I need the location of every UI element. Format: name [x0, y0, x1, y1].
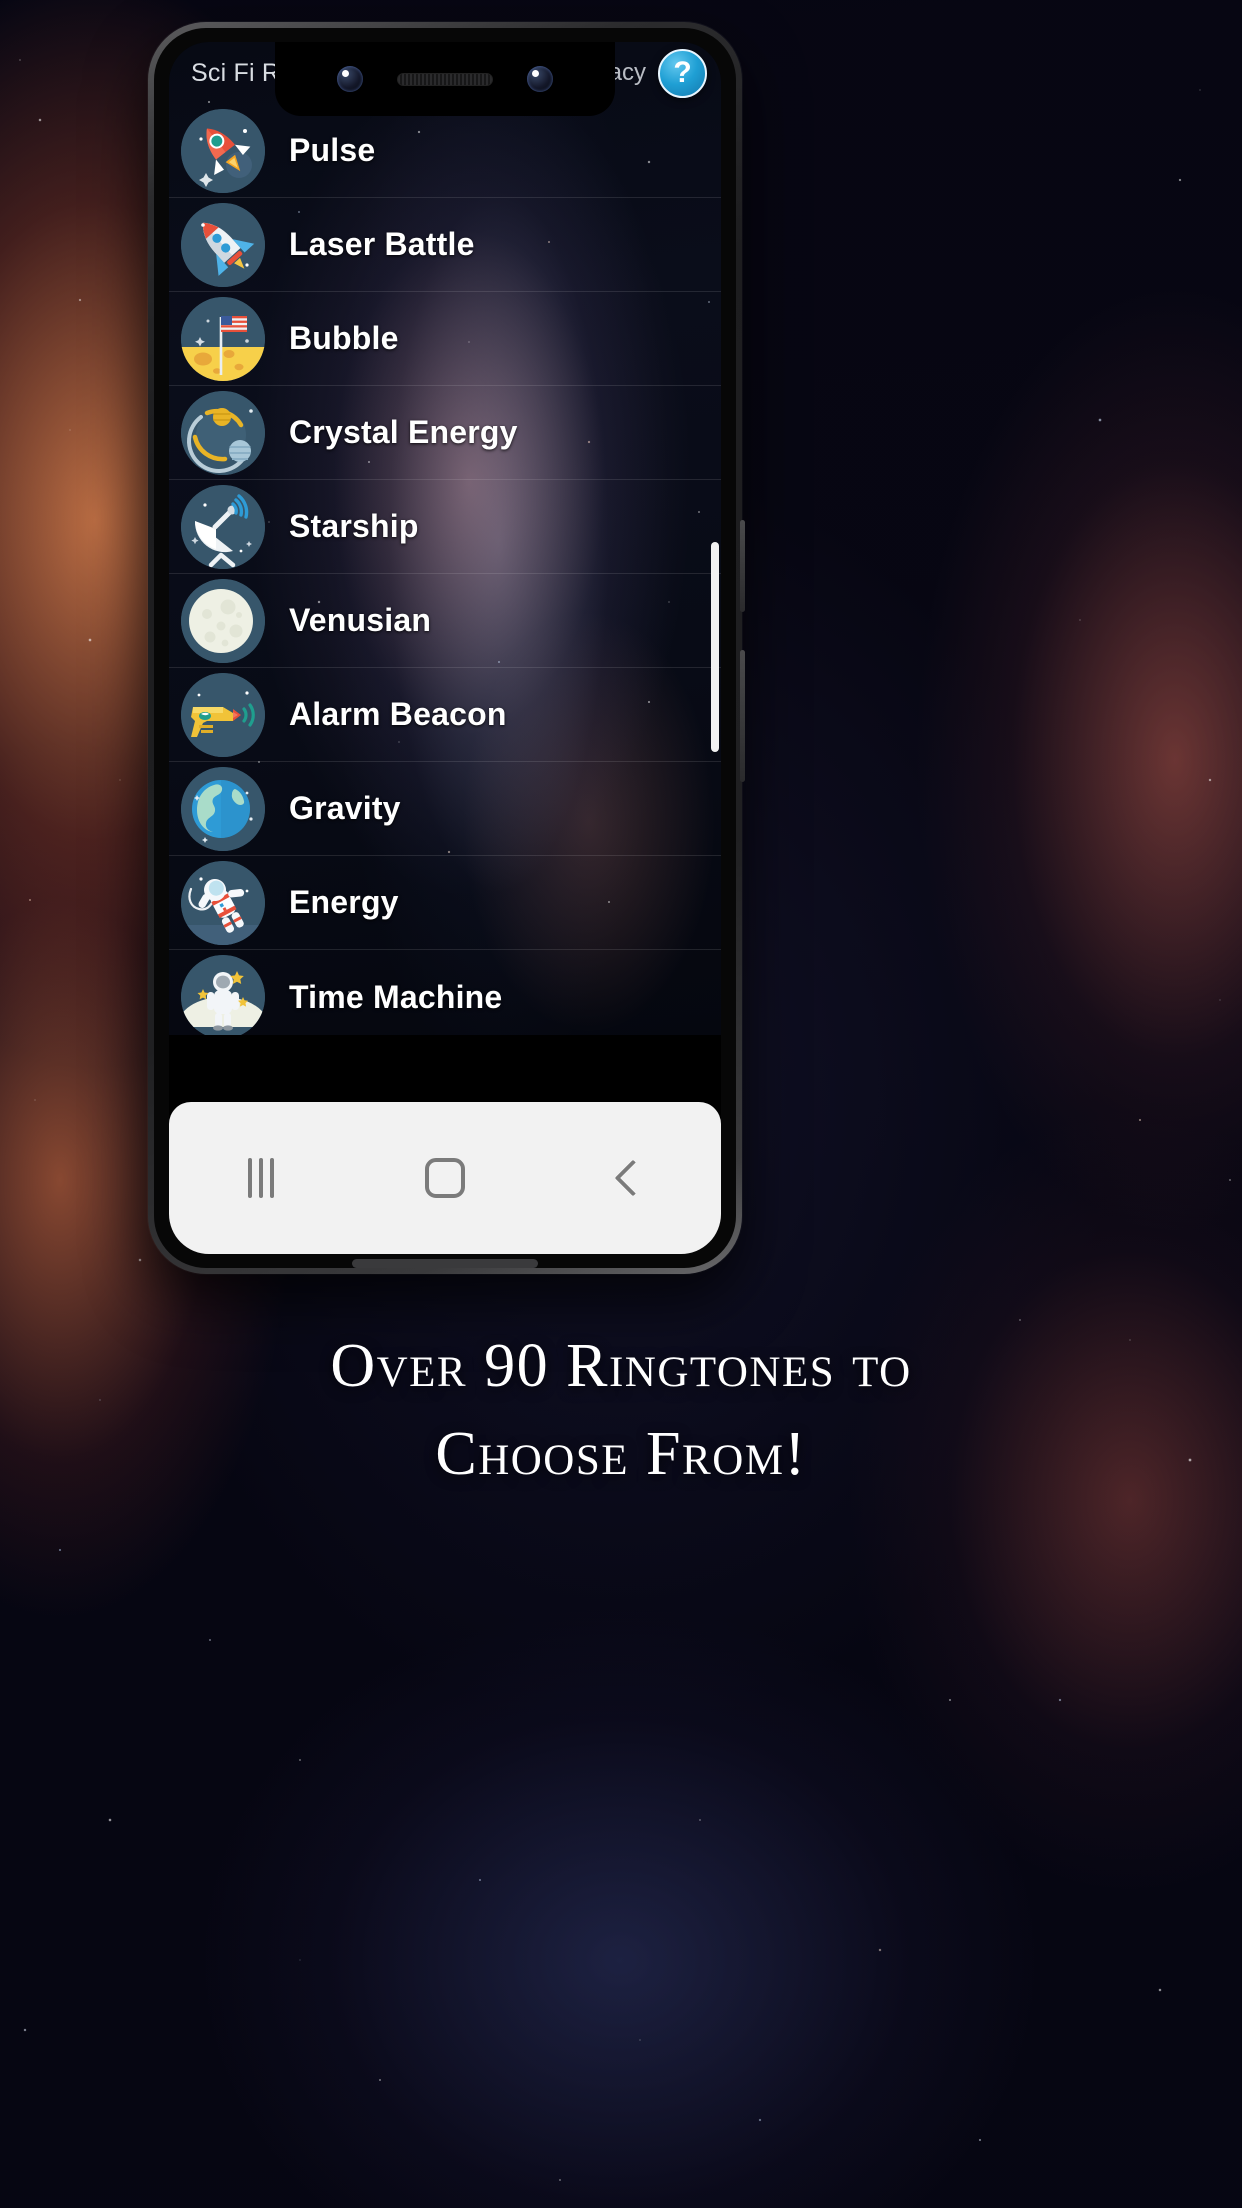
orbit-planets-icon [181, 390, 265, 475]
list-item-label: Starship [289, 508, 419, 544]
list-item[interactable]: Pulse [169, 104, 721, 198]
ray-gun-icon [181, 672, 265, 757]
floating-astronaut-icon [181, 860, 265, 945]
recents-button[interactable] [201, 1140, 321, 1216]
satellite-dish-icon [181, 484, 265, 569]
list-item-label: Venusian [289, 602, 432, 638]
earpiece-speaker [397, 72, 493, 86]
list-item[interactable]: Time Machine [169, 950, 721, 1035]
promo-caption: Over 90 Ringtones to Choose From! [0, 1322, 1242, 1498]
list-item[interactable]: Energy [169, 856, 721, 950]
phone-device-frame: Sci Fi Ringtones Privacy ? [148, 22, 745, 1274]
list-item-label: Time Machine [289, 978, 503, 1015]
bottom-speaker-grille [352, 1259, 538, 1268]
list-item-label: Pulse [289, 132, 376, 168]
list-item[interactable]: Gravity [169, 762, 721, 856]
volume-button[interactable] [740, 650, 745, 782]
list-item[interactable]: Alarm Beacon [169, 668, 721, 762]
back-button[interactable] [569, 1140, 689, 1216]
home-icon [425, 1158, 465, 1198]
list-item[interactable]: Crystal Energy [169, 386, 721, 480]
front-camera-icon [337, 66, 363, 92]
back-chevron-icon [614, 1159, 652, 1197]
list-item[interactable]: Starship [169, 480, 721, 574]
phone-screen: Sci Fi Ringtones Privacy ? [169, 42, 721, 1254]
ringtone-list[interactable]: Pulse Laser Battle Bubble Crystal Energy… [169, 104, 721, 1035]
help-icon[interactable]: ? [658, 48, 707, 98]
list-item[interactable]: Laser Battle [169, 198, 721, 292]
full-moon-icon [181, 578, 265, 663]
recents-icon [248, 1158, 274, 1198]
rocket-launch-icon [181, 108, 265, 193]
earth-globe-icon [181, 766, 265, 851]
front-camera-secondary-icon [527, 66, 553, 92]
list-item[interactable]: Venusian [169, 574, 721, 668]
caption-line-2: Choose From! [435, 1420, 807, 1489]
android-navigation-bar [169, 1102, 721, 1254]
list-item[interactable]: Bubble [169, 292, 721, 386]
standing-astronaut-icon [181, 955, 265, 1035]
list-item-label: Laser Battle [289, 226, 475, 262]
power-button[interactable] [740, 520, 745, 612]
list-item-label: Crystal Energy [289, 414, 518, 450]
list-item-label: Gravity [289, 790, 401, 826]
list-item-label: Alarm Beacon [289, 696, 507, 732]
scrollbar-thumb[interactable] [711, 542, 719, 752]
home-button[interactable] [385, 1140, 505, 1216]
rocket-blue-icon [181, 202, 265, 287]
list-item-label: Energy [289, 884, 399, 920]
phone-notch [275, 42, 615, 116]
moon-flag-icon [181, 296, 265, 381]
caption-line-1: Over 90 Ringtones to [330, 1332, 912, 1400]
ringtone-app: Sci Fi Ringtones Privacy ? [169, 42, 721, 1035]
phone-bezel: Sci Fi Ringtones Privacy ? [154, 28, 736, 1268]
list-item-label: Bubble [289, 320, 399, 356]
